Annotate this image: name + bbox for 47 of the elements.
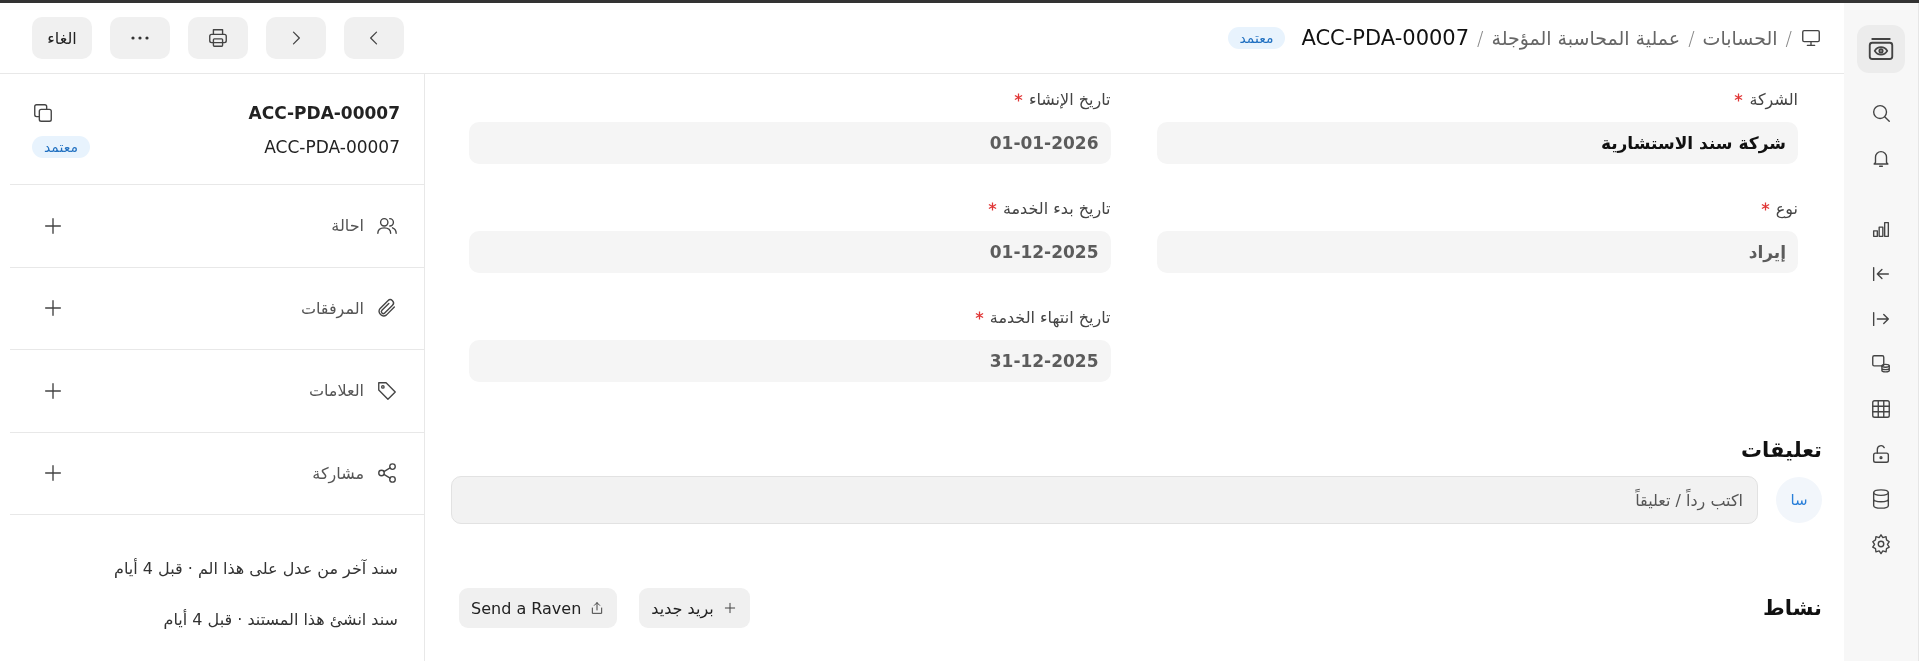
breadcrumb-link[interactable]: عملية المحاسبة المؤجلة [1491, 27, 1681, 49]
status-badge: معتمد [1227, 27, 1286, 49]
field-label: الشركة [1749, 90, 1798, 109]
cancel-button[interactable]: الغاء [32, 17, 92, 59]
field-label: تاريخ الإنشاء [1028, 90, 1111, 109]
monitor-icon[interactable] [1800, 27, 1822, 49]
settings-icon[interactable] [1870, 533, 1892, 555]
tag-icon [376, 379, 398, 402]
print-button[interactable] [188, 17, 248, 59]
breadcrumb-separator: / [1477, 27, 1484, 49]
copy-icon[interactable] [32, 102, 54, 124]
activity-log-entry: سند انشئ هذا المستند · قبل 4 أيام [162, 610, 398, 629]
field-label: نوع [1775, 199, 1798, 218]
activity-heading: نشاط [1763, 596, 1822, 620]
document-name: ACC-PDA-00007 [248, 103, 400, 123]
input-field[interactable]: 01-12-2025 [469, 231, 1111, 273]
user-avatar: سا [1776, 477, 1822, 523]
share-icon [376, 462, 398, 485]
activity-log-entry: سند آخر من عدل على هذا الم · قبل 4 أيام [113, 559, 398, 578]
database-icon[interactable] [1870, 488, 1892, 510]
comment-field[interactable]: اكتب رداً / تعليقاً [451, 476, 1758, 524]
table-grid-icon[interactable] [1870, 398, 1892, 420]
breadcrumb-separator: / [1785, 27, 1792, 49]
send-raven-button[interactable]: Send a Raven [459, 588, 618, 628]
breadcrumb-link[interactable]: الحسابات [1702, 27, 1778, 49]
field-label: تاريخ انتهاء الخدمة [989, 308, 1111, 327]
sidebar-section-label[interactable]: احالة [76, 216, 364, 236]
new-email-button[interactable]: بريد جديد [639, 588, 750, 628]
unlocked-padlock-icon[interactable] [1870, 443, 1892, 465]
input-field[interactable]: 01-01-2026 [469, 122, 1111, 164]
input-field[interactable]: إيراد [1156, 231, 1798, 273]
comments-heading: تعليقات [1740, 438, 1822, 462]
sidebar-section-label[interactable]: مشاركة [76, 463, 364, 483]
input-field[interactable]: شركة سند الاستشارية [1156, 122, 1798, 164]
image-database-icon[interactable] [1870, 353, 1892, 375]
paperclip-icon [376, 297, 398, 320]
sidebar-section-label[interactable]: العلامات [76, 381, 364, 401]
field-label: تاريخ بدء الخدمة [1002, 199, 1111, 218]
document-title: ACC-PDA-00007 [1301, 26, 1470, 50]
ellipsis-icon [131, 36, 149, 40]
document-id: ACC-PDA-00007 [264, 137, 400, 157]
printer-icon [207, 27, 229, 49]
status-badge: معتمد [32, 136, 90, 158]
input-field[interactable]: 31-12-2025 [469, 340, 1111, 382]
search-icon[interactable] [1870, 102, 1892, 124]
sidebar-section-label[interactable]: المرفقات [76, 298, 364, 318]
breadcrumb-separator: / [1688, 27, 1695, 49]
